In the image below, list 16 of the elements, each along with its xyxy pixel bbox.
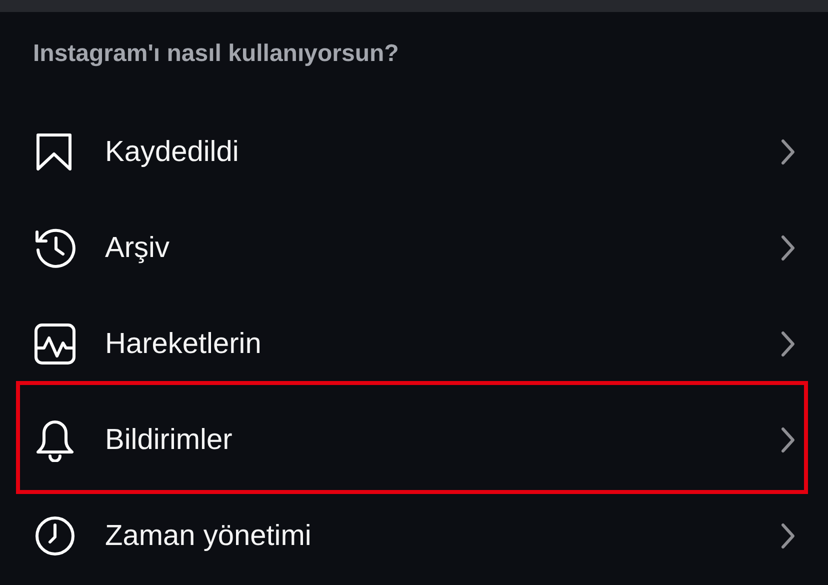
chevron-icon [780,426,796,454]
chevron-icon [780,234,796,262]
chevron-icon [780,522,796,550]
menu-item[interactable]: Arşiv [0,200,828,296]
bookmark-icon [34,132,74,172]
menu-item[interactable]: Bildirimler [0,392,828,488]
chevron-icon [780,138,796,166]
clock-icon [34,515,76,557]
menu-item[interactable]: Zaman yönetimi [0,488,828,584]
menu-item[interactable]: Hareketlerin [0,296,828,392]
chevron-icon [780,330,796,358]
section-title: Instagram'ı nasıl kullanıyorsun? [32,39,400,69]
activity-chart-icon [34,323,76,365]
history-clock-icon [34,226,78,270]
menu-item[interactable]: Kaydedildi [0,104,828,200]
bell-icon [34,418,76,462]
